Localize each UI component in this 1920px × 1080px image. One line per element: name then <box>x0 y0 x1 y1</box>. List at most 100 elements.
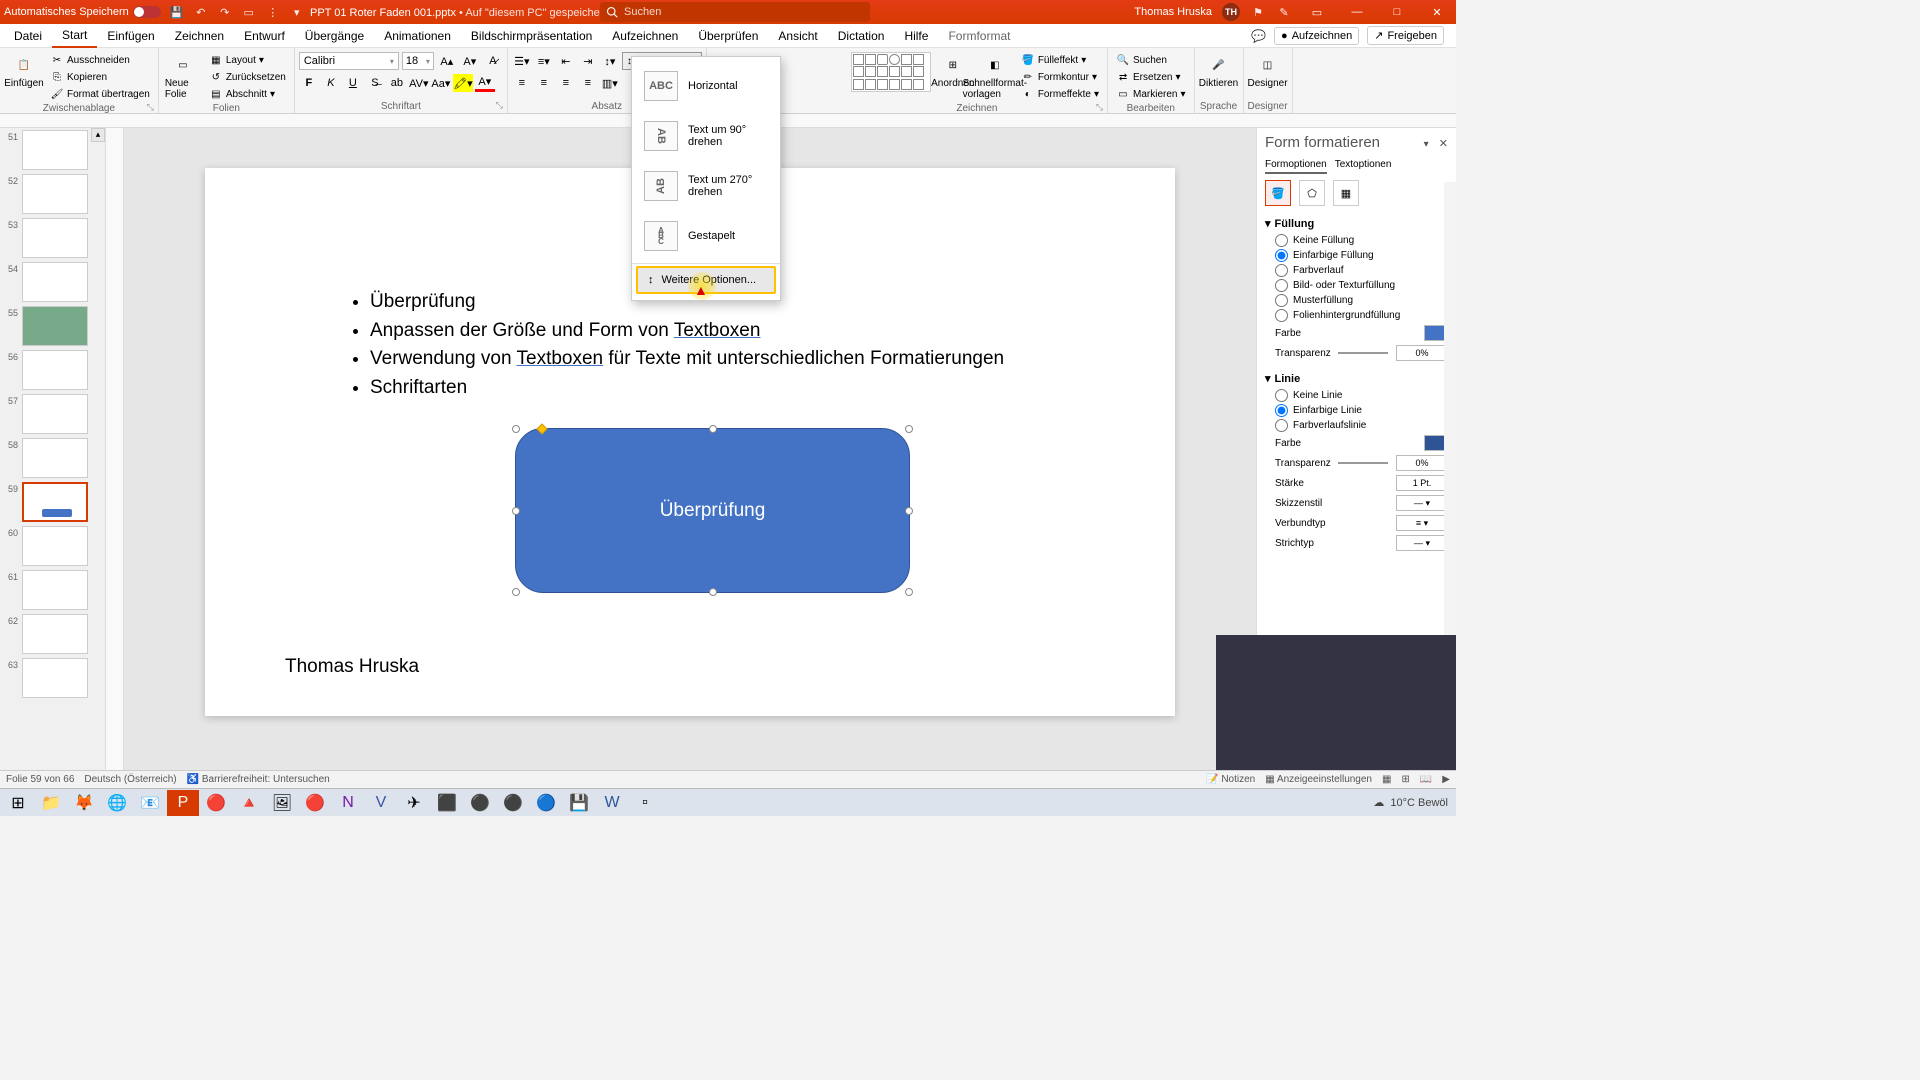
word-icon[interactable]: W <box>596 790 628 816</box>
record-button[interactable]: ● Aufzeichnen <box>1274 27 1359 45</box>
onenote-icon[interactable]: N <box>332 790 364 816</box>
irfanview-icon[interactable]: 🖼 <box>266 790 298 816</box>
app-icon-5[interactable]: ▫ <box>629 790 661 816</box>
line-transparency-value[interactable]: 0% <box>1396 455 1448 471</box>
bullet-2[interactable]: Anpassen der Größe und Form von Textboxe… <box>370 317 1004 346</box>
thumbnail-52[interactable]: 52 <box>2 174 103 214</box>
start-button[interactable]: ⊞ <box>2 790 34 816</box>
pane-close-icon[interactable]: ✕ <box>1439 138 1448 150</box>
font-name-combo[interactable]: Calibri▾ <box>299 52 399 70</box>
scroll-up-icon[interactable]: ▴ <box>91 128 105 142</box>
fill-gradient-radio[interactable]: Farbverlauf <box>1265 263 1448 278</box>
change-case-button[interactable]: Aa▾ <box>431 74 451 92</box>
size-properties-icon[interactable]: ▦ <box>1333 180 1359 206</box>
cut-button[interactable]: ✂Ausschneiden <box>46 52 154 68</box>
tab-hilfe[interactable]: Hilfe <box>894 25 938 47</box>
comments-icon[interactable]: 💬 <box>1251 29 1266 43</box>
slideshow-view-icon[interactable]: ▶ <box>1442 774 1450 785</box>
resize-handle-e[interactable] <box>905 507 913 515</box>
replace-button[interactable]: ⇄Ersetzen ▾ <box>1112 69 1190 85</box>
sketch-style-picker[interactable]: — ▾ <box>1396 495 1448 511</box>
tab-formoptionen[interactable]: Formoptionen <box>1265 157 1327 174</box>
outlook-icon[interactable]: 📧 <box>134 790 166 816</box>
vertical-ruler[interactable] <box>106 128 124 770</box>
tab-animationen[interactable]: Animationen <box>374 25 461 47</box>
display-settings[interactable]: ▦ Anzeigeeinstellungen <box>1265 774 1372 785</box>
shape-text[interactable]: Überprüfung <box>660 500 766 522</box>
app-icon-3[interactable]: ⚫ <box>497 790 529 816</box>
redo-icon[interactable]: ↷ <box>217 4 233 20</box>
draw-icon[interactable]: ✎ <box>1276 4 1292 20</box>
font-size-combo[interactable]: 18▾ <box>402 52 434 70</box>
zoom-icon[interactable]: 🔵 <box>530 790 562 816</box>
undo-icon[interactable]: ↶ <box>193 4 209 20</box>
shapes-gallery[interactable] <box>851 52 931 92</box>
sorter-view-icon[interactable]: ⊞ <box>1401 774 1409 785</box>
textdir-stacked[interactable]: ABCGestapelt <box>632 211 780 261</box>
telegram-icon[interactable]: ✈ <box>398 790 430 816</box>
user-name[interactable]: Thomas Hruska <box>1134 6 1212 18</box>
align-right-button[interactable]: ≡ <box>556 74 576 92</box>
increase-font-icon[interactable]: A▴ <box>437 52 457 70</box>
strikethrough-button[interactable]: S̶ <box>365 74 385 92</box>
paste-button[interactable]: 📋Einfügen <box>4 52 44 91</box>
resize-handle-s[interactable] <box>709 588 717 596</box>
share-button[interactable]: ↗ Freigeben <box>1367 26 1444 45</box>
dictate-button[interactable]: 🎤Diktieren <box>1199 52 1239 91</box>
rounded-rectangle-shape[interactable]: Überprüfung ⟳ <box>515 428 910 593</box>
thumbnail-62[interactable]: 62 <box>2 614 103 654</box>
font-color-button[interactable]: A▾ <box>475 74 495 92</box>
reset-button[interactable]: ↺Zurücksetzen <box>205 69 290 85</box>
tab-dictation[interactable]: Dictation <box>828 25 895 47</box>
bold-button[interactable]: F <box>299 74 319 92</box>
line-transparency-slider[interactable] <box>1338 462 1388 464</box>
tab-bildschirm[interactable]: Bildschirmpräsentation <box>461 25 602 47</box>
tab-einfuegen[interactable]: Einfügen <box>97 25 164 47</box>
content-placeholder[interactable]: Überprüfung Anpassen der Größe und Form … <box>350 288 1004 402</box>
autosave-toggle[interactable]: Automatisches Speichern <box>4 6 161 18</box>
find-button[interactable]: 🔍Suchen <box>1112 52 1190 68</box>
qat-dropdown-icon[interactable]: ▾ <box>289 4 305 20</box>
align-left-button[interactable]: ≡ <box>512 74 532 92</box>
underline-button[interactable]: U <box>343 74 363 92</box>
textdir-horizontal[interactable]: ABCHorizontal <box>632 61 780 111</box>
bullet-4[interactable]: Schriftarten <box>370 374 1004 403</box>
fill-none-radio[interactable]: Keine Füllung <box>1265 233 1448 248</box>
fill-section-header[interactable]: ▾ Füllung <box>1265 214 1448 233</box>
increase-indent-button[interactable]: ⇥ <box>578 52 598 70</box>
thumbnail-63[interactable]: 63 <box>2 658 103 698</box>
line-none-radio[interactable]: Keine Linie <box>1265 388 1448 403</box>
vlc-icon[interactable]: 🔺 <box>233 790 265 816</box>
resize-handle-w[interactable] <box>512 507 520 515</box>
ribbon-options-icon[interactable]: ▭ <box>1302 1 1332 23</box>
visio-icon[interactable]: V <box>365 790 397 816</box>
numbering-button[interactable]: ≡▾ <box>534 52 554 70</box>
shadow-button[interactable]: ab <box>387 74 407 92</box>
align-center-button[interactable]: ≡ <box>534 74 554 92</box>
tab-zeichnen[interactable]: Zeichnen <box>165 25 234 47</box>
start-slideshow-icon[interactable]: ▭ <box>241 4 257 20</box>
thumbnail-54[interactable]: 54 <box>2 262 103 302</box>
rotate-handle-icon[interactable]: ⟳ <box>706 399 720 413</box>
fill-transparency-slider[interactable] <box>1338 352 1388 354</box>
new-slide-button[interactable]: ▭Neue Folie <box>163 52 203 102</box>
shape-fill-button[interactable]: 🪣Fülleffekt ▾ <box>1017 52 1103 68</box>
textdir-rotate-90[interactable]: ABText um 90° drehen <box>632 111 780 161</box>
tab-formformat[interactable]: Formformat <box>938 25 1020 47</box>
normal-view-icon[interactable]: ▦ <box>1382 774 1391 785</box>
thumbnail-53[interactable]: 53 <box>2 218 103 258</box>
format-painter-button[interactable]: 🖌Format übertragen <box>46 86 154 102</box>
layout-button[interactable]: ▦Layout ▾ <box>205 52 290 68</box>
chrome-icon[interactable]: 🌐 <box>101 790 133 816</box>
app-icon-4[interactable]: 💾 <box>563 790 595 816</box>
tab-entwurf[interactable]: Entwurf <box>234 25 295 47</box>
italic-button[interactable]: K <box>321 74 341 92</box>
touch-mode-icon[interactable]: ⋮ <box>265 4 281 20</box>
line-spacing-button[interactable]: ↕▾ <box>600 52 620 70</box>
tab-ansicht[interactable]: Ansicht <box>768 25 827 47</box>
thumbnail-56[interactable]: 56 <box>2 350 103 390</box>
line-width-value[interactable]: 1 Pt. <box>1396 475 1448 491</box>
effects-icon[interactable]: ⬠ <box>1299 180 1325 206</box>
resize-handle-nw[interactable] <box>512 425 520 433</box>
line-section-header[interactable]: ▾ Linie <box>1265 369 1448 388</box>
